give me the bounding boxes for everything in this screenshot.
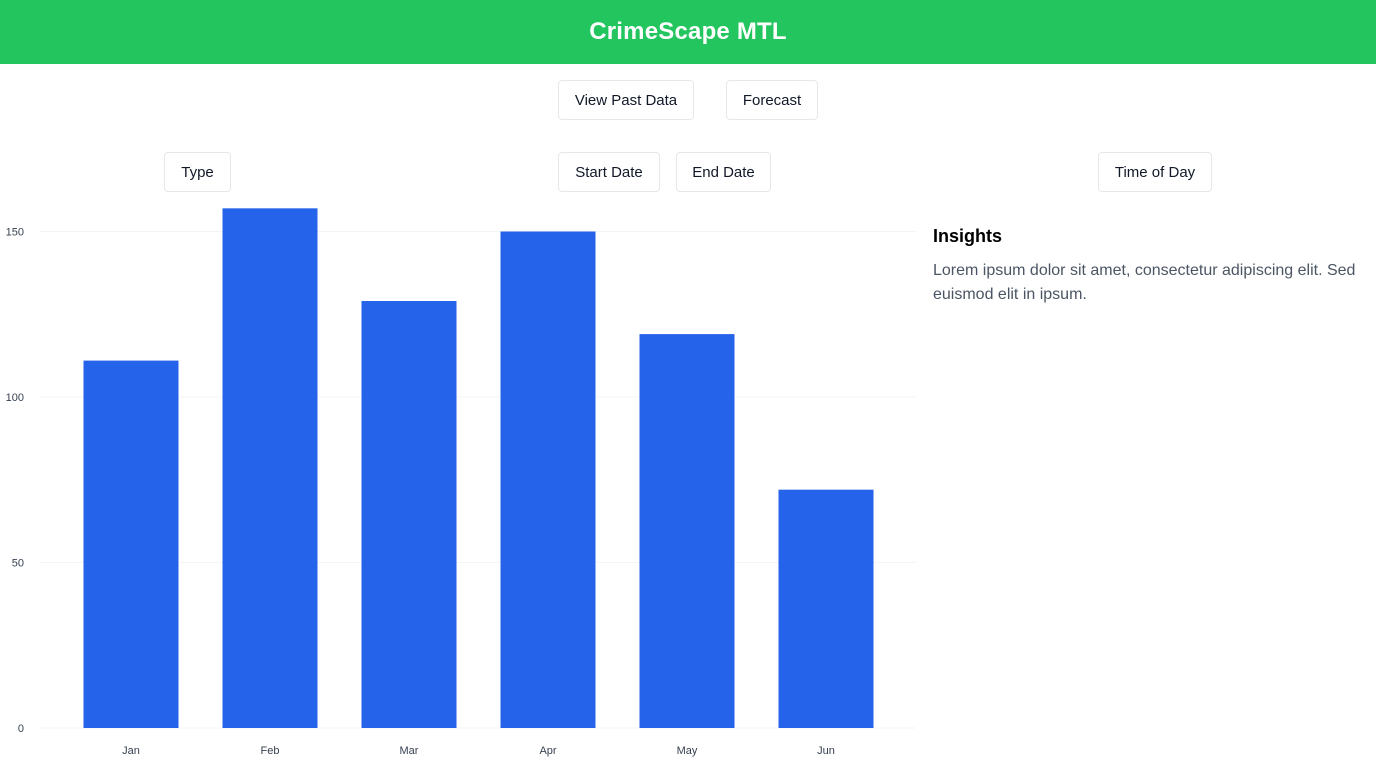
type-filter-button[interactable]: Type bbox=[164, 152, 231, 192]
insights-panel: Insights Lorem ipsum dolor sit amet, con… bbox=[933, 226, 1363, 307]
end-date-button[interactable]: End Date bbox=[676, 152, 771, 192]
start-date-button[interactable]: Start Date bbox=[558, 152, 660, 192]
x-tick-label: Feb bbox=[261, 745, 280, 757]
x-tick-label: Jan bbox=[122, 745, 140, 757]
forecast-button[interactable]: Forecast bbox=[726, 80, 818, 120]
bar-apr bbox=[500, 231, 596, 728]
x-tick-label: Apr bbox=[539, 745, 556, 757]
app-header: CrimeScape MTL bbox=[0, 0, 1376, 64]
bar-feb bbox=[222, 208, 318, 728]
bar-jun bbox=[778, 489, 874, 728]
bar-jan bbox=[83, 360, 179, 728]
crime-bar-chart: 0 50 100 150 Jan Feb Mar Apr May Jun bbox=[6, 208, 916, 757]
y-tick-label: 50 bbox=[12, 558, 24, 570]
app-title: CrimeScape MTL bbox=[589, 18, 787, 45]
x-tick-label: Jun bbox=[817, 745, 835, 757]
x-tick-label: May bbox=[677, 745, 698, 757]
y-tick-label: 100 bbox=[6, 392, 24, 404]
time-of-day-button[interactable]: Time of Day bbox=[1098, 152, 1212, 192]
insights-text: Lorem ipsum dolor sit amet, consectetur … bbox=[933, 262, 1356, 303]
insights-title: Insights bbox=[933, 226, 1003, 246]
bar-mar bbox=[361, 301, 457, 728]
bar-may bbox=[639, 334, 735, 728]
x-tick-label: Mar bbox=[400, 745, 419, 757]
view-past-data-button[interactable]: View Past Data bbox=[558, 80, 694, 120]
y-tick-label: 0 bbox=[18, 723, 24, 735]
y-tick-label: 150 bbox=[6, 227, 24, 239]
